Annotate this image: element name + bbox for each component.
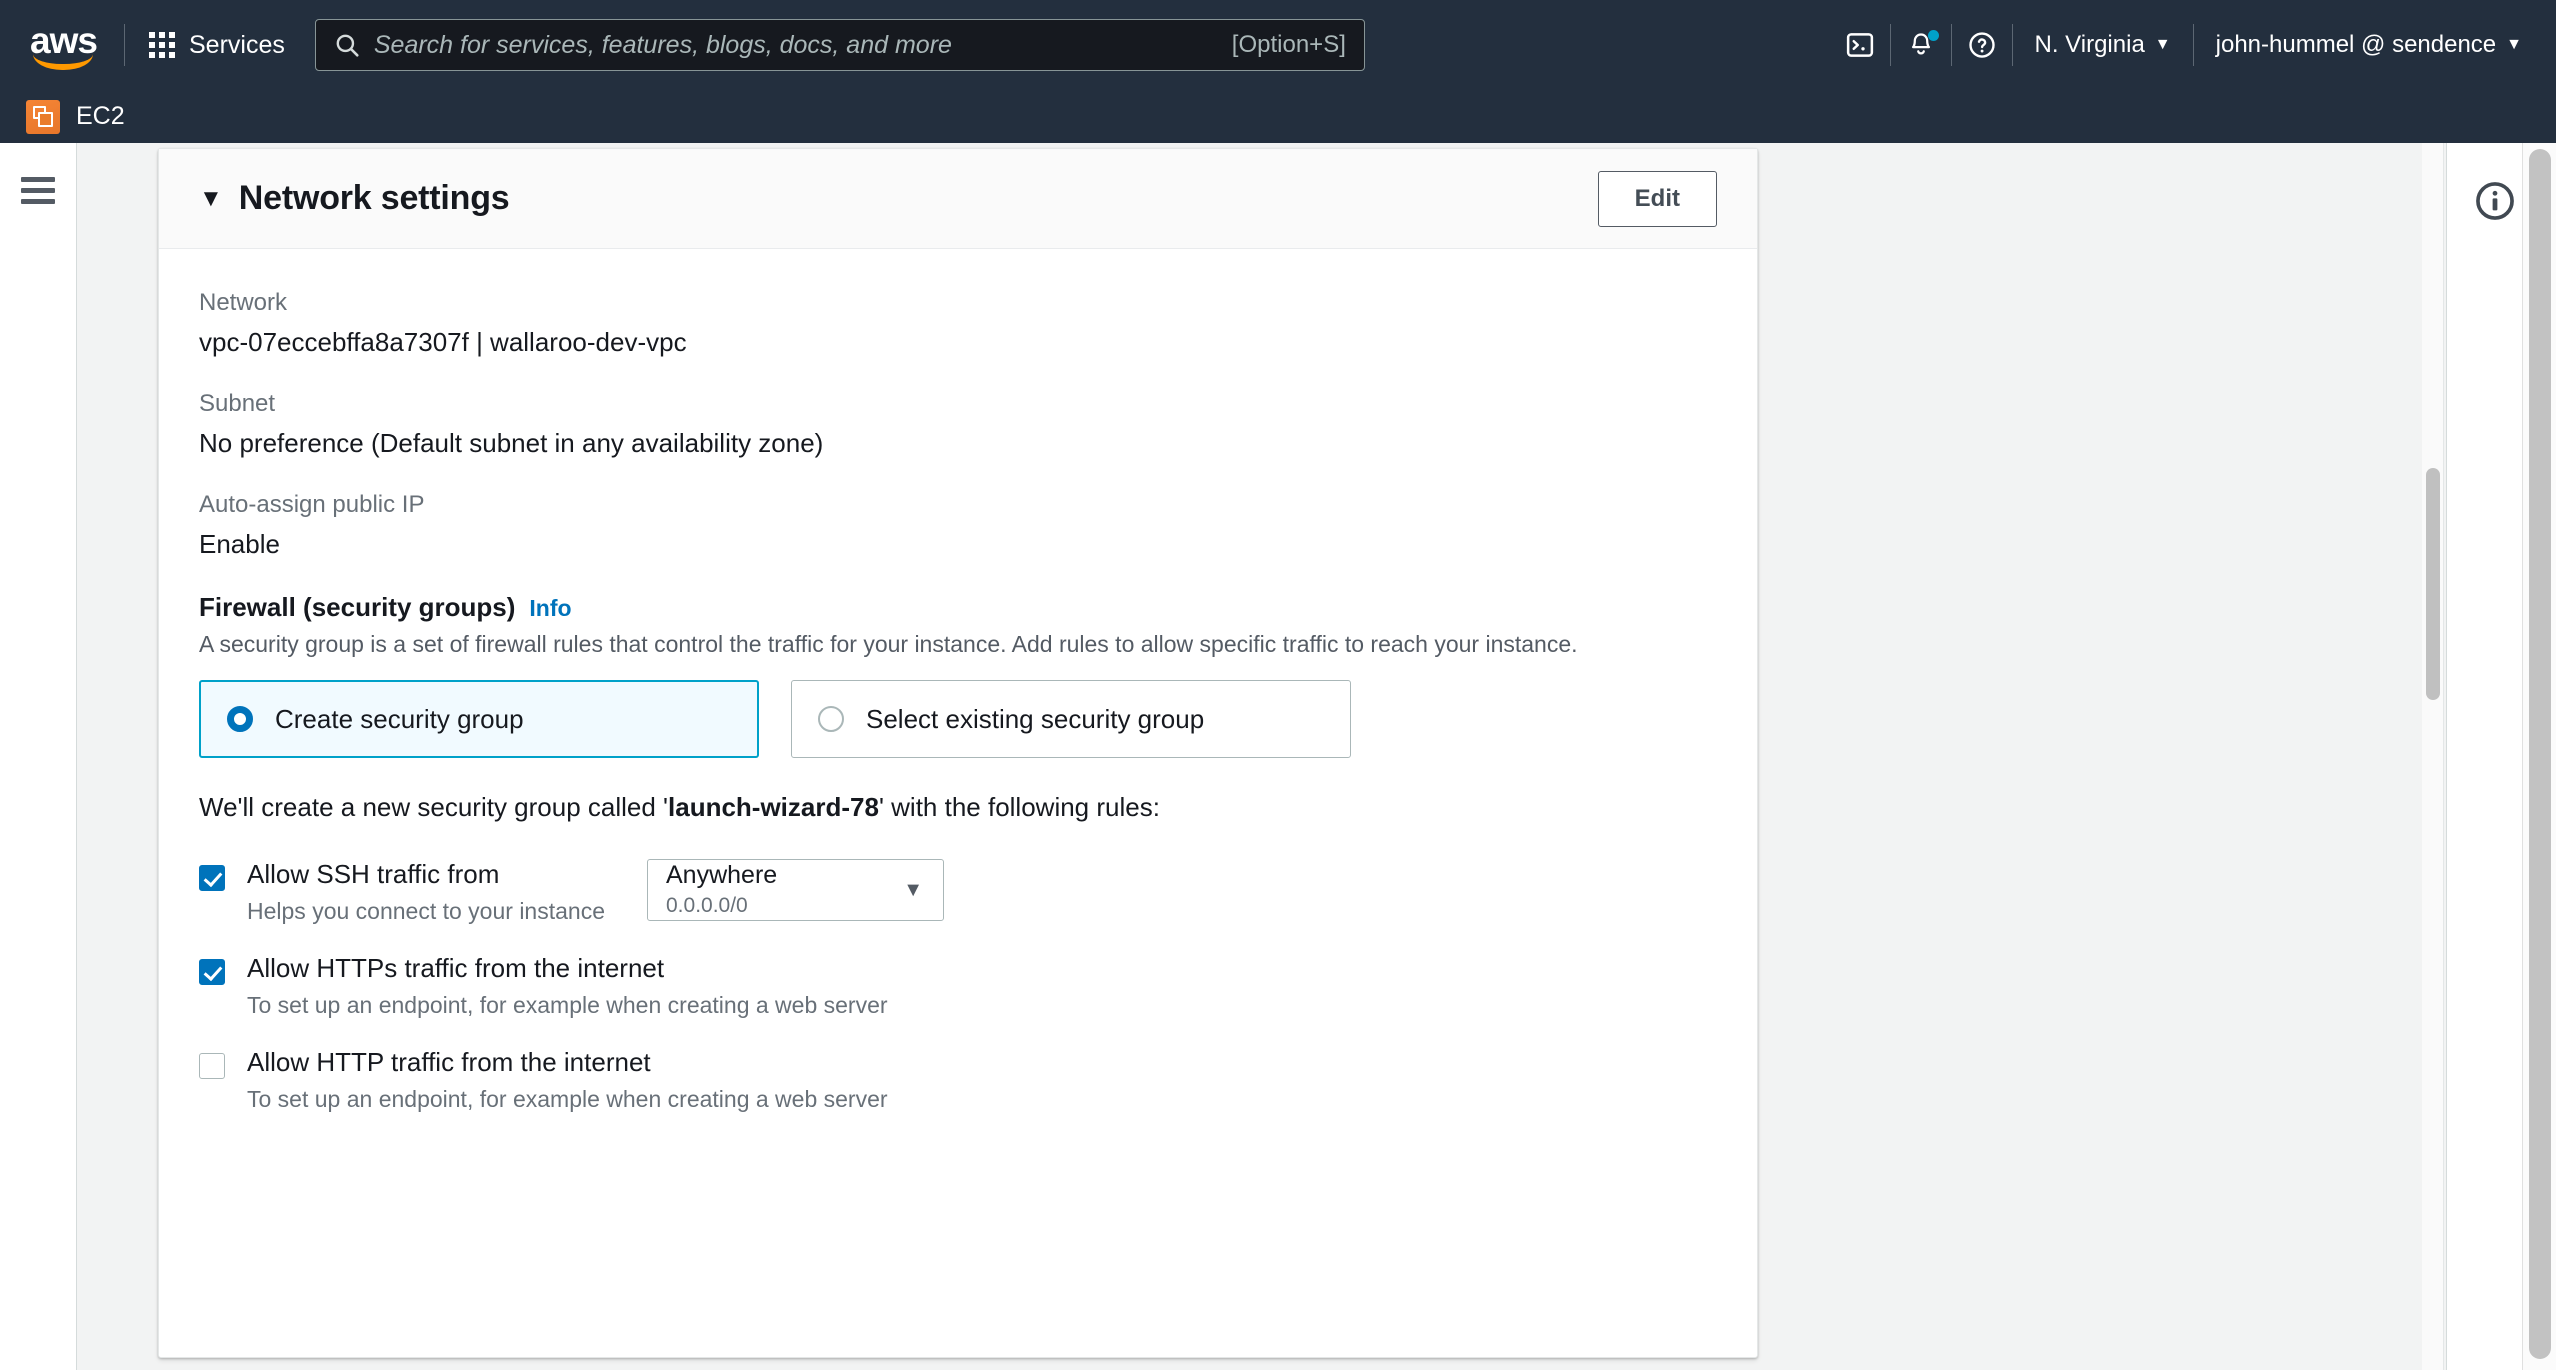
note-suffix: ' with the following rules: xyxy=(878,792,1160,822)
top-navigation-bar: aws Services [Option+S] xyxy=(0,0,2556,90)
allow-ssh-label: Allow SSH traffic from xyxy=(247,859,500,889)
search-shortcut-hint: [Option+S] xyxy=(1231,31,1346,58)
note-prefix: We'll create a new security group called… xyxy=(199,792,669,822)
nav-right-group: N. Virginia ▼ john-hummel @ sendence ▼ xyxy=(1830,0,2556,90)
card-header: ▼ Network settings Edit xyxy=(159,149,1757,249)
aws-smile-icon xyxy=(33,54,93,70)
network-field: Network vpc-07eccebffa8a7307f | wallaroo… xyxy=(199,289,1717,358)
hamburger-menu-icon[interactable] xyxy=(21,177,55,204)
allow-https-subtitle: To set up an endpoint, for example when … xyxy=(247,992,888,1018)
info-circle-icon[interactable] xyxy=(2473,179,2517,223)
question-circle-icon xyxy=(1968,32,1995,58)
content-scrollbar-thumb[interactable] xyxy=(2426,468,2440,700)
collapse-caret-icon[interactable]: ▼ xyxy=(199,186,223,211)
page-body: ▼ Network settings Edit Network vpc-07ec… xyxy=(0,143,2556,1370)
ssh-source-select[interactable]: Anywhere 0.0.0.0/0 ▼ xyxy=(647,859,944,921)
region-selector[interactable]: N. Virginia ▼ xyxy=(2013,31,2193,59)
subnet-field-label: Subnet xyxy=(199,390,276,417)
account-label: john-hummel @ sendence xyxy=(2215,31,2497,58)
chevron-down-icon: ▼ xyxy=(903,879,923,901)
rule-row-https: Allow HTTPs traffic from the internet To… xyxy=(199,953,1717,1019)
rule-row-ssh: Allow SSH traffic from Helps you connect… xyxy=(199,859,1717,925)
create-security-group-option[interactable]: Create security group xyxy=(199,680,759,758)
allow-https-checkbox[interactable] xyxy=(199,959,225,985)
search-input[interactable] xyxy=(373,30,1218,60)
rule-text-ssh: Allow SSH traffic from Helps you connect… xyxy=(247,859,637,925)
auto-assign-ip-value: Enable xyxy=(199,529,280,559)
allow-http-label: Allow HTTP traffic from the internet xyxy=(247,1047,651,1077)
select-existing-security-group-option[interactable]: Select existing security group xyxy=(791,680,1351,758)
browser-scrollbar-thumb[interactable] xyxy=(2529,149,2551,1359)
notifications-button[interactable] xyxy=(1891,20,1951,70)
rule-text-http: Allow HTTP traffic from the internet To … xyxy=(247,1047,888,1113)
create-security-group-label: Create security group xyxy=(275,703,524,734)
security-group-option-group: Create security group Select existing se… xyxy=(199,680,1717,758)
network-settings-card: ▼ Network settings Edit Network vpc-07ec… xyxy=(158,148,1758,1358)
network-field-value: vpc-07eccebffa8a7307f | wallaroo-dev-vpc xyxy=(199,327,687,357)
chevron-down-icon: ▼ xyxy=(2154,36,2171,53)
search-icon xyxy=(336,34,359,57)
cloudshell-icon xyxy=(1846,33,1873,57)
browser-scrollbar[interactable] xyxy=(2522,143,2556,1370)
left-navigation-rail xyxy=(0,143,77,1370)
notification-badge-dot xyxy=(1927,30,1939,41)
firewall-heading: Firewall (security groups) Info xyxy=(199,592,1717,623)
subnet-field: Subnet No preference (Default subnet in … xyxy=(199,390,1717,459)
allow-http-checkbox[interactable] xyxy=(199,1053,225,1079)
aws-logo[interactable]: aws xyxy=(30,22,100,70)
radio-selected-icon xyxy=(227,706,253,732)
page-title: Network settings xyxy=(238,179,510,217)
service-breadcrumb-bar: EC2 xyxy=(0,90,2556,143)
grid-icon xyxy=(149,32,175,58)
help-button[interactable] xyxy=(1952,20,2012,70)
firewall-info-link[interactable]: Info xyxy=(529,595,571,622)
cloudshell-button[interactable] xyxy=(1830,20,1890,70)
account-menu[interactable]: john-hummel @ sendence ▼ xyxy=(2194,31,2556,59)
auto-assign-ip-label: Auto-assign public IP xyxy=(199,491,425,518)
services-label: Services xyxy=(189,30,285,59)
main-content-area: ▼ Network settings Edit Network vpc-07ec… xyxy=(78,143,2422,1370)
select-existing-security-group-label: Select existing security group xyxy=(866,703,1205,734)
firewall-heading-label: Firewall (security groups) xyxy=(199,592,516,622)
allow-https-label: Allow HTTPs traffic from the internet xyxy=(247,953,665,983)
note-group-name: launch-wizard-78 xyxy=(668,792,879,822)
rule-text-https: Allow HTTPs traffic from the internet To… xyxy=(247,953,888,1019)
ssh-source-select-texts: Anywhere 0.0.0.0/0 xyxy=(666,861,777,919)
network-field-label: Network xyxy=(199,289,288,316)
firewall-description: A security group is a set of firewall ru… xyxy=(199,631,1578,657)
global-search-box[interactable]: [Option+S] xyxy=(314,19,1365,71)
rule-row-http: Allow HTTP traffic from the internet To … xyxy=(199,1047,1717,1113)
security-group-note: We'll create a new security group called… xyxy=(199,792,1717,823)
nav-divider xyxy=(124,24,125,66)
services-menu-button[interactable]: Services xyxy=(149,31,285,60)
ssh-source-value: Anywhere xyxy=(666,860,778,889)
allow-http-subtitle: To set up an endpoint, for example when … xyxy=(247,1086,888,1112)
allow-ssh-subtitle: Helps you connect to your instance xyxy=(247,898,605,924)
edit-button[interactable]: Edit xyxy=(1597,170,1717,227)
ssh-source-cidr: 0.0.0.0/0 xyxy=(666,893,748,917)
chevron-down-icon: ▼ xyxy=(2506,36,2522,53)
card-body: Network vpc-07eccebffa8a7307f | wallaroo… xyxy=(159,249,1757,1113)
region-label: N. Virginia xyxy=(2034,31,2145,58)
ec2-service-icon xyxy=(26,99,60,134)
allow-ssh-checkbox[interactable] xyxy=(199,865,225,891)
auto-assign-ip-field: Auto-assign public IP Enable xyxy=(199,491,1717,560)
content-scrollbar[interactable] xyxy=(2422,143,2444,1370)
subnet-field-value: No preference (Default subnet in any ava… xyxy=(199,428,824,458)
radio-unselected-icon xyxy=(818,706,844,732)
service-name-label[interactable]: EC2 xyxy=(76,102,125,131)
